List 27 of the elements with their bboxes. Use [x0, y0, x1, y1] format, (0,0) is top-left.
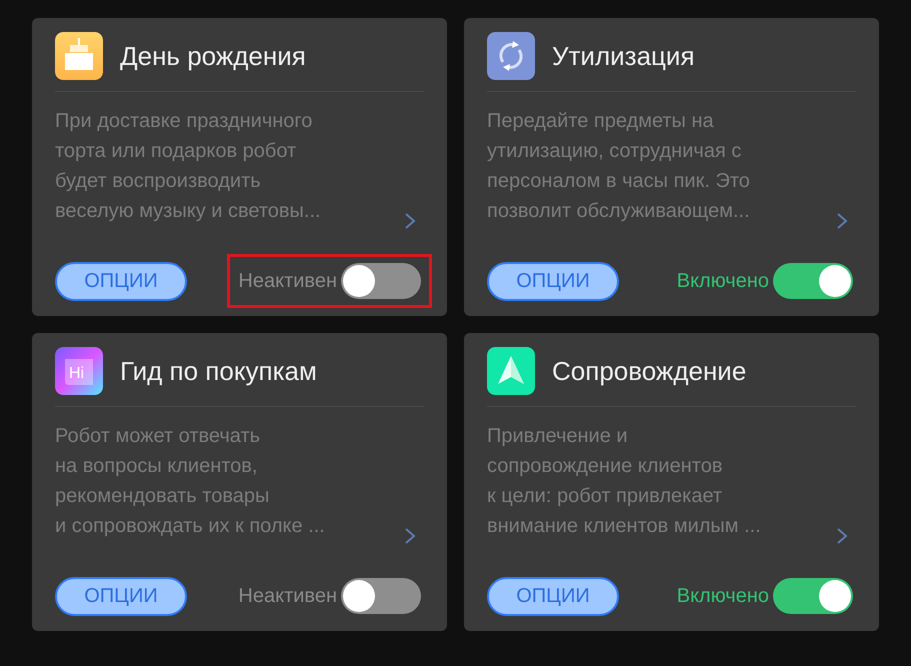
- card-description: Передайте предметы на утилизацию, сотрудничая с персоналом в часы пик. Это позволит обслуживающем...: [487, 109, 750, 224]
- card-description: Привлечение и сопровождение клиентов к цели: робот привлекает внимание клиентов милым ...: [487, 424, 761, 539]
- card-title: Утилизация: [552, 40, 695, 72]
- refresh-icon: [487, 32, 535, 80]
- card-title: День рождения: [120, 40, 306, 72]
- options-button[interactable]: ОПЦИИ: [487, 576, 619, 616]
- options-button[interactable]: ОПЦИИ: [55, 576, 187, 616]
- chat-icon: Hi: [55, 347, 103, 395]
- status-label: Включено: [676, 270, 769, 292]
- status-label: Включено: [676, 584, 769, 608]
- chevron-right-icon[interactable]: [404, 212, 416, 230]
- card-description: Робот может отвечать на вопросы клиентов, рекомендовать товары и сопровождать их к полке ...: [55, 424, 325, 539]
- chevron-right-icon[interactable]: [836, 527, 848, 545]
- toggle-switch[interactable]: [773, 263, 853, 299]
- toggle-switch[interactable]: [341, 578, 421, 614]
- chevron-right-icon[interactable]: [404, 527, 416, 545]
- options-button[interactable]: ОПЦИИ: [55, 262, 187, 300]
- toggle-switch[interactable]: [773, 578, 853, 614]
- card-title: Сопровождение: [552, 356, 746, 386]
- options-button[interactable]: ОПЦИИ: [487, 262, 619, 300]
- toggle-switch[interactable]: [341, 263, 421, 299]
- chevron-right-icon[interactable]: [836, 212, 848, 230]
- card-title: Гид по покупкам: [120, 356, 317, 386]
- card-description: При доставке праздничного торта или подарков робот будет воспроизводить веселую музыку и световы...: [55, 109, 321, 224]
- status-label: Неактивен: [238, 584, 337, 608]
- cake-icon: [55, 32, 103, 80]
- status-label: Неактивен: [238, 270, 337, 292]
